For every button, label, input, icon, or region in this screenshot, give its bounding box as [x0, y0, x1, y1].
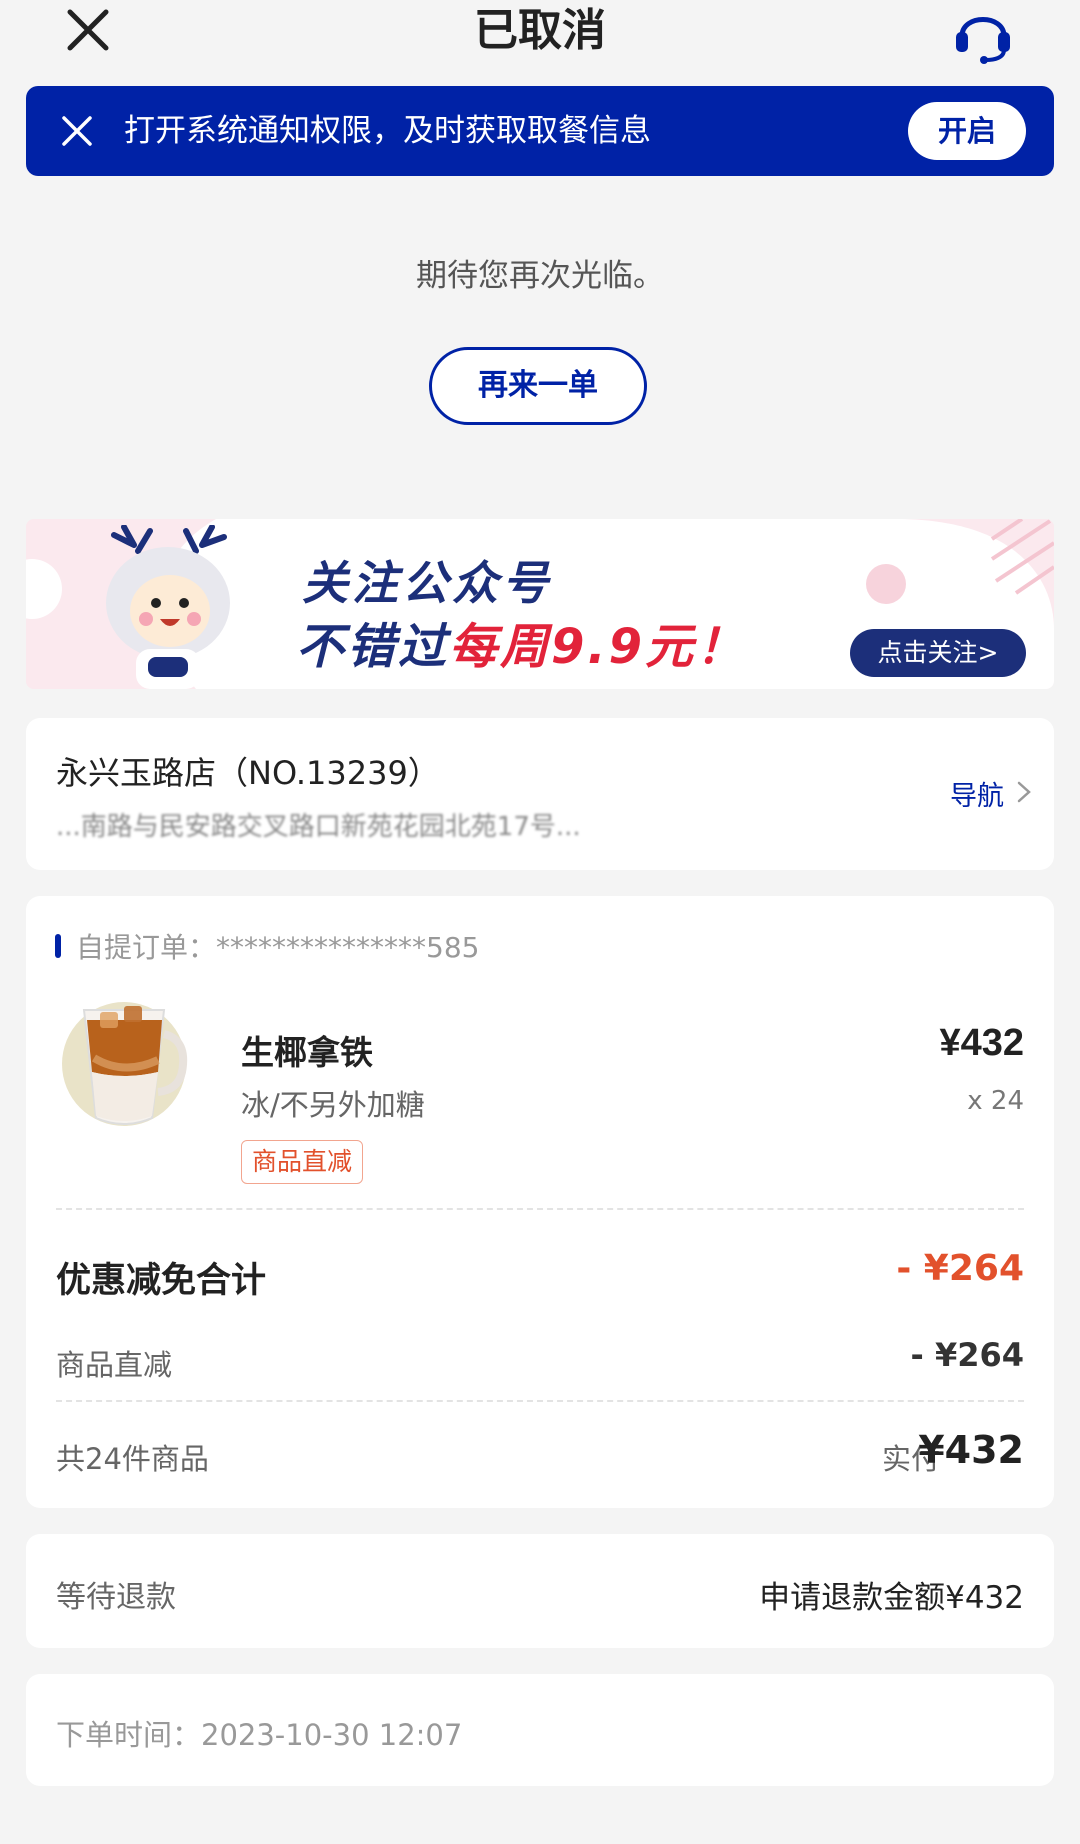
banner-headline: 关注公众号	[302, 556, 552, 610]
order-number: 自提订单：***************585	[76, 926, 479, 966]
refund-amount: 申请退款金额¥432	[759, 1580, 1024, 1616]
headset-icon[interactable]	[950, 0, 1016, 66]
product-name: 生椰拿铁	[241, 1033, 373, 1072]
section-marker	[55, 934, 61, 958]
refund-status: 等待退款	[56, 1580, 176, 1615]
item-count: 共24件商品	[56, 1442, 209, 1476]
discount-tag: 商品直减	[241, 1140, 364, 1184]
refund-card: 等待退款 申请退款金额¥432	[26, 1534, 1054, 1648]
order-card: 自提订单：***************585 生椰拿铁 冰/不另外加糖 商品直…	[26, 896, 1054, 1508]
discount-item-label: 商品直减	[56, 1348, 173, 1382]
product-spec: 冰/不另外加糖	[241, 1088, 425, 1122]
navigation-button[interactable]: 导航	[950, 774, 1004, 813]
thanks-message: 期待您再次光临。	[416, 258, 664, 294]
order-number-value: ***************585	[216, 931, 480, 964]
discount-total-value: - ¥264	[896, 1248, 1024, 1289]
close-icon[interactable]	[60, 114, 94, 148]
divider	[56, 1400, 1024, 1402]
order-type-label: 自提订单：	[76, 931, 217, 964]
order-time: 下单时间：2023-10-30 12:07	[56, 1718, 463, 1752]
coconut-latte-image	[62, 1002, 188, 1126]
product-price: ¥432	[939, 1022, 1024, 1064]
divider	[56, 1208, 1024, 1210]
header-bar: 已取消	[0, 0, 1080, 78]
store-name: 永兴玉路店（NO.13239）	[56, 754, 440, 792]
banner-subline-prefix: 不错过	[296, 619, 450, 675]
order-time-card: 下单时间：2023-10-30 12:07	[26, 1674, 1054, 1786]
notice-text: 打开系统通知权限，及时获取取餐信息	[124, 113, 651, 149]
follow-button[interactable]: 点击关注>	[850, 629, 1026, 677]
enable-notification-button[interactable]: 开启	[908, 102, 1026, 160]
store-address: ...南路与民安路交叉路口新苑花园北苑17号...	[56, 812, 581, 842]
discount-item-value: - ¥264	[910, 1336, 1024, 1374]
reorder-button[interactable]: 再来一单	[429, 347, 647, 425]
chevron-right-icon[interactable]	[1014, 780, 1034, 804]
page-title: 已取消	[474, 5, 606, 56]
banner-subline: 不错过每周9.9元！	[296, 607, 747, 677]
discount-total-label: 优惠减免合计	[56, 1261, 267, 1301]
paid-amount: ¥432	[918, 1428, 1024, 1472]
banner-subline-highlight: 每周9.9元！	[449, 619, 748, 675]
deer-mascot-icon	[106, 525, 230, 689]
follow-promo-banner[interactable]: 关注公众号 不错过每周9.9元！ 点击关注>	[26, 519, 1054, 689]
notification-permission-banner: 打开系统通知权限，及时获取取餐信息 开启	[26, 86, 1054, 176]
store-card: 永兴玉路店（NO.13239） ...南路与民安路交叉路口新苑花园北苑17号..…	[26, 718, 1054, 870]
product-quantity: x 24	[967, 1086, 1024, 1116]
